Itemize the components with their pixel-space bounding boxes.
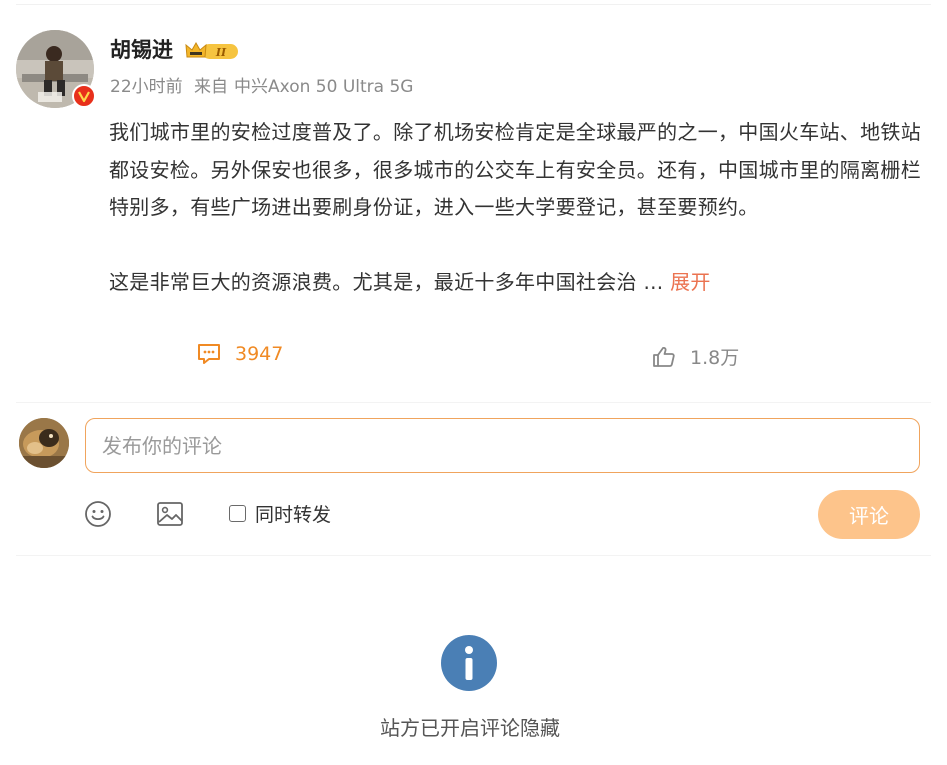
truncation-ellipsis: ... [636,269,671,294]
comments-hidden-notice: 站方已开启评论隐藏 [380,716,560,740]
like-action[interactable]: 1.8万 [652,343,739,370]
author-name[interactable]: 胡锡进 [110,36,173,64]
post-paragraph-1: 我们城市里的安检过度普及了。除了机场安检肯定是全球最严的之一，中国火车站、地铁站… [109,120,921,219]
repost-label: 同时转发 [255,504,332,526]
level-badge-text: II [215,46,227,59]
likes-count: 1.8万 [690,347,740,369]
post-time[interactable]: 22小时前 [110,77,183,97]
post-body: 我们城市里的安检过度普及了。除了机场安检肯定是全球最严的之一，中国火车站、地铁站… [109,114,924,301]
smiley-icon[interactable] [84,500,112,532]
post-paragraph-2-text: 这是非常巨大的资源浪费。尤其是，最近十多年中国社会治 [109,269,637,294]
post-meta: 22小时前 来自 中兴Axon 50 Ultra 5G [110,75,419,99]
section-divider [16,402,931,403]
repost-checkbox[interactable] [229,505,246,522]
crown-level-icon[interactable]: II [184,40,240,62]
submit-comment-button[interactable]: 评论 [818,490,920,539]
comments-action[interactable]: 3947 [197,343,283,365]
source-prefix: 来自 [194,77,229,97]
source-device: 中兴Axon 50 Ultra 5G [234,77,414,97]
expand-link[interactable]: 展开 [670,270,711,294]
image-icon[interactable] [156,500,184,532]
top-divider [16,4,931,5]
comments-count: 3947 [235,343,284,365]
verified-v-icon [72,84,96,108]
comment-bubble-icon [198,344,220,364]
weibo-post-page: 胡锡进 II 22小时前 来自 中兴Axon 50 Ultra 5G 我们城市里的… [0,0,947,765]
current-user-avatar[interactable] [19,418,69,468]
comment-input[interactable] [85,418,920,473]
info-icon [441,635,497,691]
repost-checkbox-option[interactable]: 同时转发 [229,500,331,527]
composer-divider [16,555,931,556]
post-paragraph-2: 这是非常巨大的资源浪费。尤其是，最近十多年中国社会治 ... 展开 [109,264,924,302]
thumbs-up-icon [653,346,675,367]
